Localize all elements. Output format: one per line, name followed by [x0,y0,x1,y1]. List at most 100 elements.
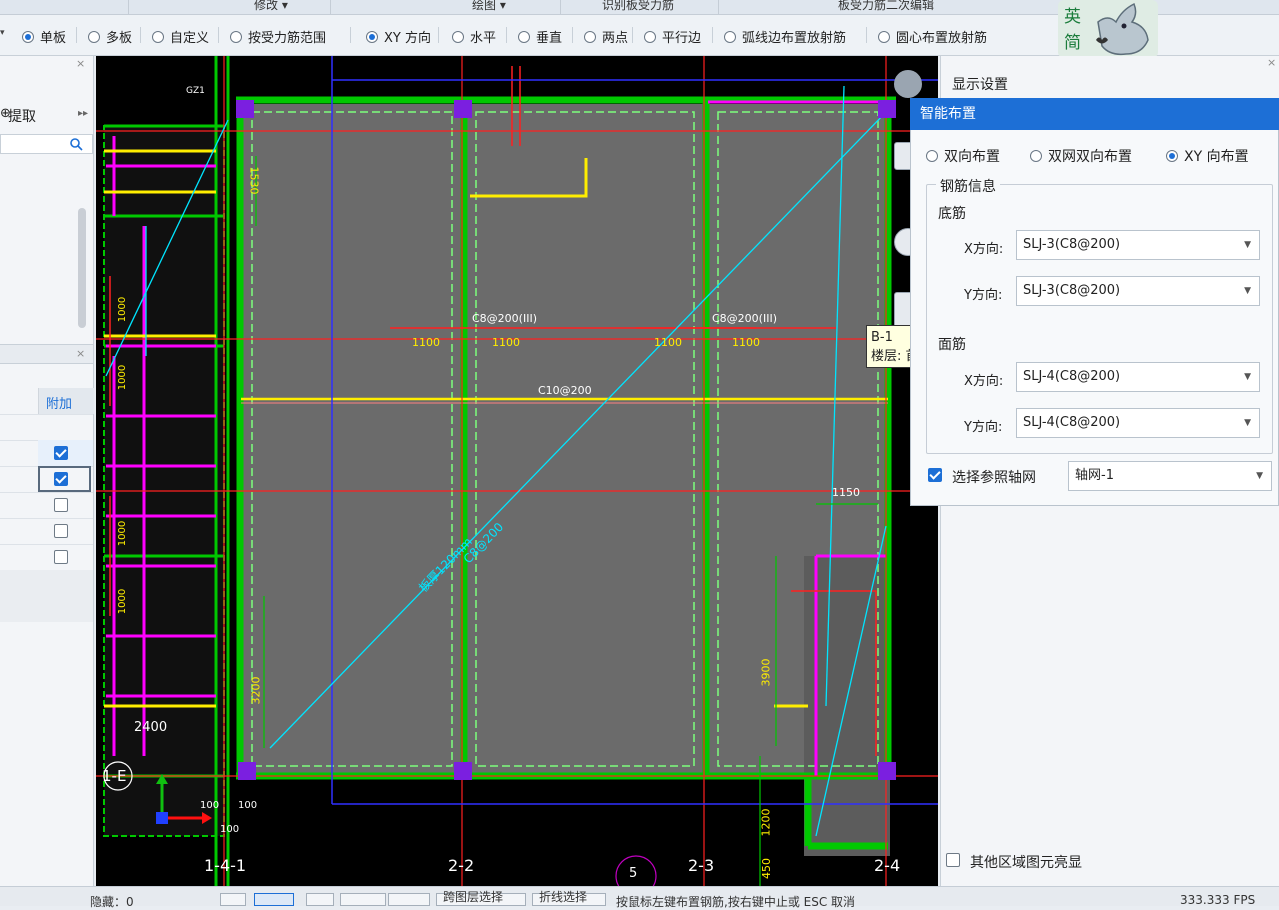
ref-grid-combo[interactable]: 轴网-1 ▼ [1068,461,1272,491]
other-region-row[interactable]: 其他区域图元亮显 [944,850,1244,872]
radio-label: 自定义 [170,31,210,46]
dim-text: 1100 [492,336,520,349]
chevron-down-icon: ▼ [1244,418,1251,428]
close-icon[interactable]: × [76,347,85,360]
close-icon[interactable]: × [1267,56,1276,69]
radio-icon [1166,150,1178,162]
other-region-label: 其他区域图元亮显 [970,855,1082,871]
direction-radio-center[interactable]: 圆心布置放射筋 [878,27,987,46]
extract-row[interactable]: ⊕ 提取 ▸▸ [0,106,93,128]
top-y-combo[interactable]: SLJ-4(C8@200) ▼ [1016,408,1260,438]
axis-label-1-4-1: 1-4-1 [204,856,247,875]
rebar-label: C8@200(III) [472,312,537,325]
radio-label: 平行边 [662,31,702,46]
left-scrollbar[interactable] [78,208,86,328]
column-label: GZ1 [186,86,205,96]
dim-text: 3900 [759,658,773,687]
radio-label: 多板 [106,31,133,46]
orbit-icon[interactable] [894,70,922,98]
ribbon-draw[interactable]: 绘图 ▾ [472,0,506,13]
radio-icon [88,30,100,43]
radio-label: 垂直 [536,31,563,46]
dim-text: 1000 [117,364,129,391]
dim-text: 1000 [117,296,129,323]
status-bar: 隐藏：0 跨图层选择 折线选择 按鼠标左键布置钢筋,按右键中止或 ESC 取消 … [0,886,1279,909]
rebar-label: C10@200 [538,384,592,397]
attach-checkbox-2[interactable] [54,472,68,486]
search-icon[interactable] [69,137,83,151]
radio-icon [878,30,890,43]
radio-icon [230,30,242,43]
mode-radio-bidirectional[interactable]: 双向布置 [926,146,1000,166]
radio-label: 单板 [40,31,67,46]
dim-text: 1100 [732,336,760,349]
logo-char-simplified: 简 [1064,33,1081,53]
axis-label-2-2: 2-2 [448,856,475,875]
ortho-toggle[interactable] [220,893,246,906]
mode-radio-xy[interactable]: XY 向布置 [1166,146,1249,166]
bottom-x-combo[interactable]: SLJ-3(C8@200) ▼ [1016,230,1260,260]
snap-toggle[interactable] [254,893,294,906]
direction-radio-vertical[interactable]: 垂直 [518,27,562,46]
dropdown-arrow-icon[interactable]: ▾ [0,28,5,38]
direction-radio-arc[interactable]: 弧线边布置放射筋 [724,27,846,46]
top-x-combo[interactable]: SLJ-4(C8@200) ▼ [1016,362,1260,392]
attach-header: 附加 [46,397,73,412]
chevron-down-icon: ▼ [1256,471,1263,481]
radio-label: 按受力筋范围 [248,31,327,46]
top-x-label: X方向: [964,374,1004,389]
slab-region[interactable] [238,104,888,776]
layout-radio-single[interactable]: 单板 [22,27,66,46]
radio-label: 弧线边布置放射筋 [742,31,847,46]
ime-logo: 英 简 [1058,0,1158,58]
ref-grid-checkbox[interactable] [928,468,942,482]
direction-radio-parallel[interactable]: 平行边 [644,27,701,46]
attach-checkbox-1[interactable] [54,446,68,460]
chevron-down-icon: ▼ [1244,286,1251,296]
drawing-canvas[interactable]: 1-4-1 2-2 2-3 2-4 1-E 1100 1100 1100 110… [96,56,938,886]
layout-radio-custom[interactable]: 自定义 [152,27,209,46]
smart-layout-title: 智能布置 [910,98,1279,130]
direction-radio-xy[interactable]: XY 方向 [366,27,431,46]
radio-icon [1030,150,1042,162]
status-hint: 按鼠标左键布置钢筋,按右键中止或 ESC 取消 [616,895,856,909]
dim-text: 1100 [412,336,440,349]
osnap-toggle[interactable] [306,893,334,906]
display-settings-header: 显示设置 [940,70,1279,96]
rebar-group-title: 钢筋信息 [936,176,1000,196]
ribbon-rebar-edit[interactable]: 板受力筋二次编辑 [838,0,934,13]
plus-toggle[interactable] [388,893,430,906]
layout-radio-range[interactable]: 按受力筋范围 [230,27,326,46]
display-settings-title: 显示设置 [952,77,1008,93]
expand-icon[interactable]: ▸▸ [78,108,88,119]
radio-icon [724,30,736,43]
other-region-checkbox[interactable] [946,853,960,867]
track-toggle[interactable] [340,893,386,906]
mode-radio-double-mesh[interactable]: 双网双向布置 [1030,146,1132,166]
cad-drawing[interactable] [96,56,938,886]
layout-radio-multi[interactable]: 多板 [88,27,132,46]
ribbon-identify-rebar[interactable]: 识别板受力筋 [602,0,674,13]
close-icon[interactable]: × [76,57,85,70]
direction-radio-two-point[interactable]: 两点 [584,27,628,46]
logo-char-en: 英 [1064,7,1081,27]
radio-icon [366,30,378,43]
search-input[interactable] [0,134,93,154]
attach-checkbox-5[interactable] [54,550,68,564]
bottom-y-combo[interactable]: SLJ-3(C8@200) ▼ [1016,276,1260,306]
dim-text: 450 [760,858,773,879]
ribbon-modify[interactable]: 修改 ▾ [254,0,288,13]
extract-label: 提取 [8,109,36,125]
attach-checkbox-3[interactable] [54,498,68,512]
direction-radio-horizontal[interactable]: 水平 [452,27,496,46]
radio-icon [584,30,596,43]
hidden-count: 隐藏：0 [90,895,134,909]
dim-text: 100 [238,800,258,811]
bottom-y-label: Y方向: [964,288,1003,303]
cross-layer-button[interactable]: 跨图层选择 [436,890,526,906]
polyline-select-button[interactable]: 折线选择 [532,890,606,906]
rebar-label: C8@200(III) [712,312,777,325]
dim-text: 2400 [134,720,168,735]
dim-text: 1100 [654,336,682,349]
attach-checkbox-4[interactable] [54,524,68,538]
